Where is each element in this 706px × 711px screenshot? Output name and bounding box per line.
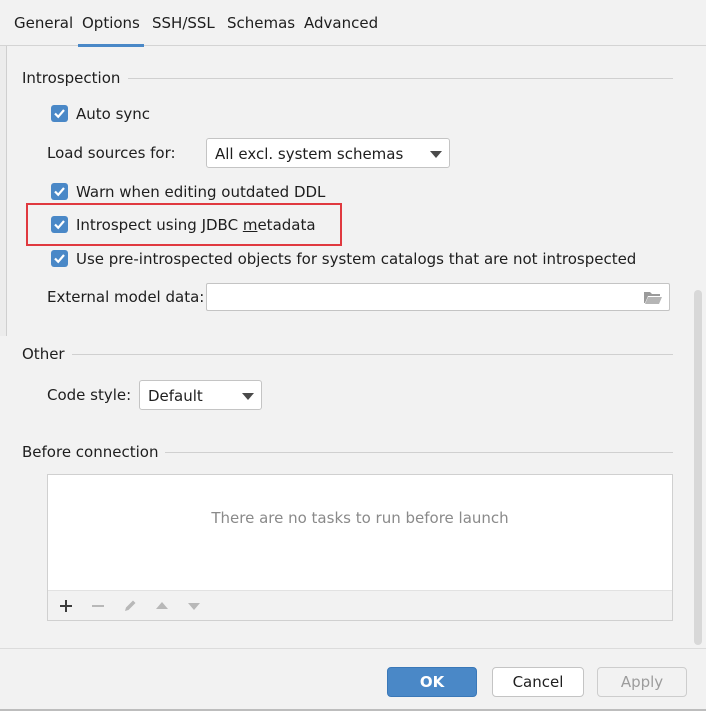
warn-outdated-ddl-checkbox[interactable]	[51, 183, 68, 200]
tab-general-label: General	[14, 14, 74, 32]
tab-schemas-label: Schemas	[227, 14, 296, 32]
left-edge	[0, 46, 7, 336]
pre-introspected-label[interactable]: Use pre-introspected objects for system …	[76, 250, 636, 268]
tab-ssh-ssl-label: SSH/SSL	[152, 14, 215, 32]
tab-schemas[interactable]: Schemas	[227, 14, 295, 46]
check-icon	[54, 187, 65, 197]
pre-introspected-checkbox[interactable]	[51, 250, 68, 267]
before-connection-separator	[165, 452, 673, 453]
introspect-jdbc-label-prefix: Introspect using JDBC	[76, 216, 243, 234]
apply-button[interactable]: Apply	[597, 667, 687, 697]
code-style-label: Code style:	[47, 386, 132, 404]
tab-general[interactable]: General	[14, 14, 73, 46]
tab-ssh-ssl[interactable]: SSH/SSL	[152, 14, 215, 46]
chevron-down-icon	[242, 393, 254, 400]
introspect-jdbc-label-suffix: etadata	[257, 216, 316, 234]
add-icon[interactable]	[56, 596, 76, 616]
external-model-label: External model data:	[47, 288, 205, 306]
move-up-icon[interactable]	[152, 596, 172, 616]
move-down-icon[interactable]	[184, 596, 204, 616]
tab-options-label: Options	[82, 14, 140, 32]
load-sources-value: All excl. system schemas	[215, 145, 404, 163]
tab-options[interactable]: Options	[78, 14, 144, 47]
before-connection-title: Before connection	[22, 443, 159, 461]
auto-sync-label[interactable]: Auto sync	[76, 105, 150, 123]
remove-icon[interactable]	[88, 596, 108, 616]
other-separator	[72, 354, 673, 355]
cancel-button[interactable]: Cancel	[492, 667, 584, 697]
code-style-dropdown[interactable]: Default	[139, 380, 262, 410]
dialog-footer: OK Cancel Apply	[0, 648, 706, 711]
tab-bar: General Options SSH/SSL Schemas Advanced	[0, 0, 706, 47]
check-icon	[54, 109, 65, 119]
tasks-empty-message: There are no tasks to run before launch	[211, 509, 509, 527]
folder-icon[interactable]	[643, 290, 663, 305]
other-title: Other	[22, 345, 65, 363]
tasks-list[interactable]: There are no tasks to run before launch	[47, 474, 673, 621]
introspect-jdbc-checkbox[interactable]	[51, 216, 68, 233]
introspection-title: Introspection	[22, 69, 121, 87]
introspect-jdbc-label[interactable]: Introspect using JDBC metadata	[76, 216, 316, 234]
load-sources-label: Load sources for:	[47, 144, 176, 162]
chevron-down-icon	[430, 151, 442, 158]
auto-sync-checkbox[interactable]	[51, 105, 68, 122]
ok-button[interactable]: OK	[387, 667, 477, 697]
tasks-toolbar	[48, 590, 672, 620]
check-icon	[54, 220, 65, 230]
tab-advanced[interactable]: Advanced	[304, 14, 378, 46]
check-icon	[54, 254, 65, 264]
load-sources-dropdown[interactable]: All excl. system schemas	[206, 138, 450, 168]
external-model-input[interactable]	[206, 283, 670, 311]
edit-icon[interactable]	[120, 596, 140, 616]
code-style-value: Default	[148, 387, 203, 405]
tab-advanced-label: Advanced	[304, 14, 379, 32]
warn-outdated-ddl-label[interactable]: Warn when editing outdated DDL	[76, 183, 325, 201]
introspect-jdbc-mnemonic: m	[242, 216, 258, 234]
scrollbar-thumb[interactable]	[694, 290, 702, 645]
introspection-separator	[128, 78, 673, 79]
